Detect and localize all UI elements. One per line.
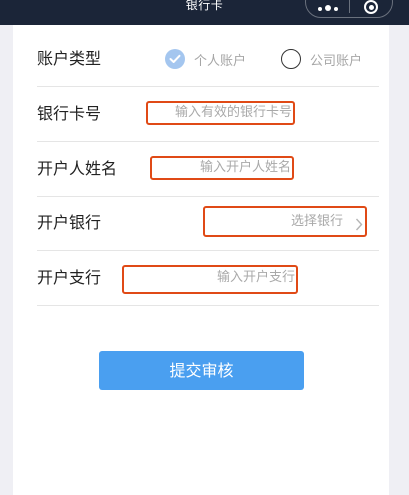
bank-label: 开户银行 xyxy=(37,213,102,232)
navigation-bar: 银行卡 xyxy=(0,0,409,25)
card-number-label: 银行卡号 xyxy=(37,104,102,123)
branch-placeholder: 输入开户支行 xyxy=(216,270,295,285)
more-dots-icon[interactable] xyxy=(306,0,349,17)
radio-company-label: 公司账户 xyxy=(310,53,363,69)
mini-program-capsule xyxy=(305,0,393,18)
bank-row: 开户银行 选择银行 xyxy=(37,196,379,251)
submit-review-button[interactable]: 提交审核 xyxy=(99,351,304,390)
holder-name-input[interactable]: 输入开户人姓名 xyxy=(150,156,294,180)
radio-personal-label: 个人账户 xyxy=(194,53,247,69)
account-type-label: 账户类型 xyxy=(37,49,102,68)
card-number-input[interactable]: 输入有效的银行卡号 xyxy=(146,101,295,125)
bank-placeholder: 选择银行 xyxy=(290,214,343,229)
card-number-placeholder: 输入有效的银行卡号 xyxy=(174,105,292,120)
bank-card-form: 账户类型 个人账户 公司账户 银行卡号 输入有效的银行卡号 开户人姓名 输入开户… xyxy=(13,25,389,495)
holder-name-placeholder: 输入开户人姓名 xyxy=(199,160,291,175)
holder-name-label: 开户人姓名 xyxy=(37,159,118,178)
card-number-row: 银行卡号 输入有效的银行卡号 xyxy=(37,87,379,142)
branch-input[interactable]: 输入开户支行 xyxy=(122,265,298,294)
branch-label: 开户支行 xyxy=(37,268,102,287)
chevron-right-icon xyxy=(355,216,363,235)
holder-name-row: 开户人姓名 输入开户人姓名 xyxy=(37,142,379,197)
radio-personal-account[interactable]: 个人账户 xyxy=(165,49,246,69)
branch-row: 开户支行 输入开户支行 xyxy=(37,251,379,306)
target-circle-icon[interactable] xyxy=(350,0,392,17)
checkmark-icon xyxy=(165,49,185,69)
radio-unchecked-icon xyxy=(281,49,301,69)
radio-company-account[interactable]: 公司账户 xyxy=(281,49,362,69)
account-type-row: 账户类型 个人账户 公司账户 xyxy=(37,32,379,87)
bank-select[interactable]: 选择银行 xyxy=(203,206,367,237)
